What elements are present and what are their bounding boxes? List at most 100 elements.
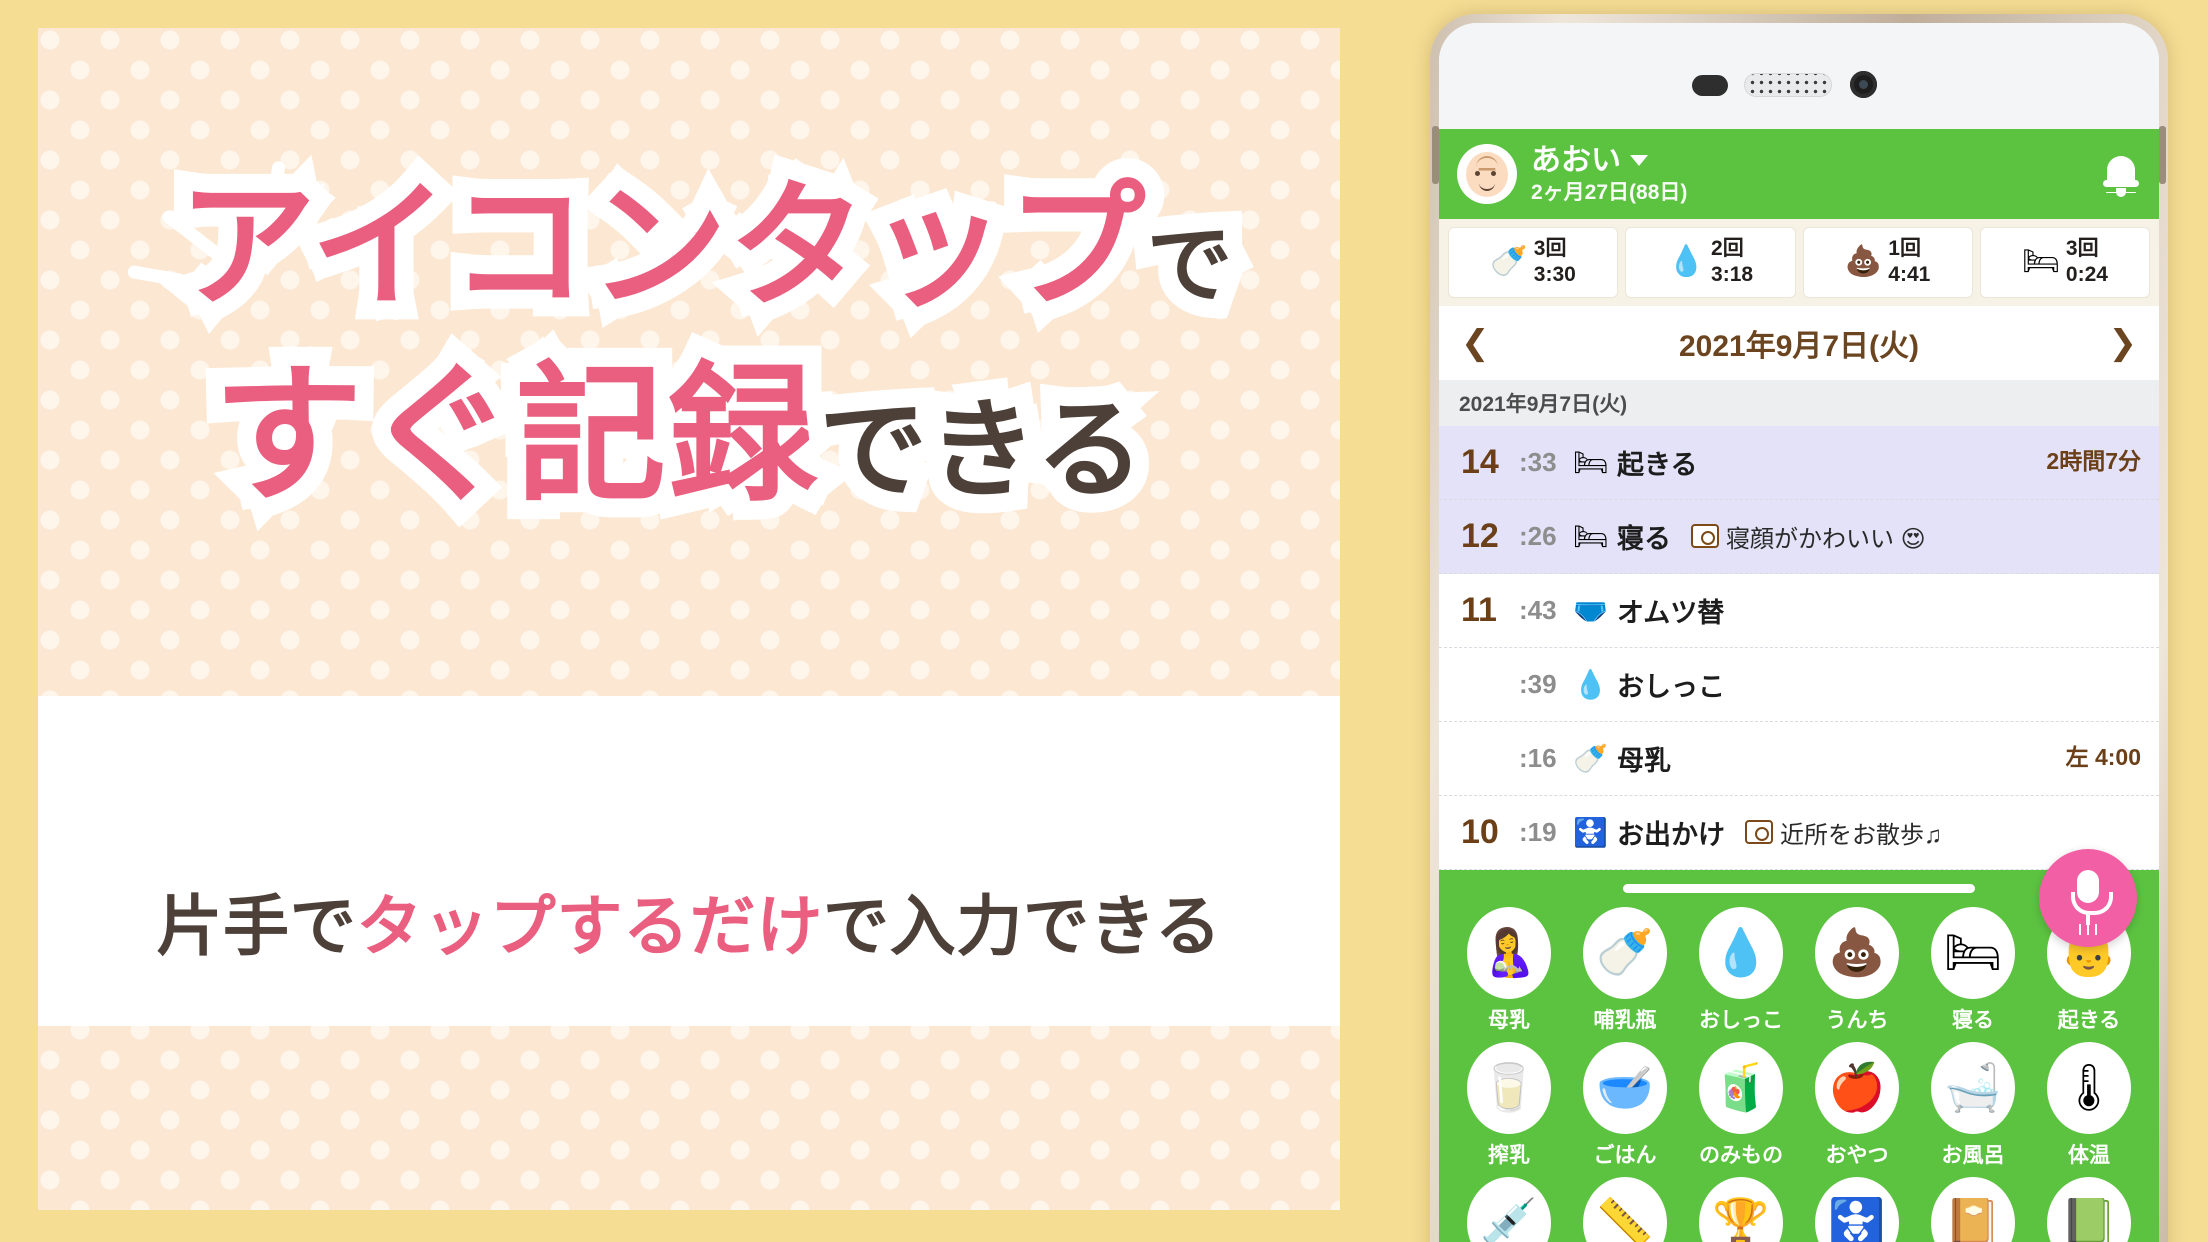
row-hour: 10 bbox=[1461, 812, 1499, 851]
day-section-label: 2021年9月7日(火) bbox=[1439, 379, 2159, 426]
medicine-icon: 💉 bbox=[1467, 1176, 1551, 1242]
sheet-drag-handle[interactable] bbox=[1623, 883, 1975, 893]
phone-top-bezel bbox=[1439, 23, 2159, 129]
grid-item-bath[interactable]: 🛁 お風呂 bbox=[1915, 1041, 2031, 1173]
row-minute: :26 bbox=[1519, 520, 1557, 551]
grid-item-notebook[interactable]: 📔 bbox=[1915, 1176, 2031, 1242]
scale-icon: 📏 bbox=[1583, 1176, 1667, 1242]
thermometer-icon: 🌡 bbox=[2047, 1041, 2131, 1134]
breast-pump-icon: 🥛 bbox=[1467, 1041, 1551, 1134]
grid-item-poop[interactable]: 💩 うんち bbox=[1799, 906, 1915, 1038]
voice-input-fab[interactable] bbox=[2039, 849, 2137, 947]
headline-line1-dark: で bbox=[1128, 204, 1252, 328]
stroller-icon: 🚼 bbox=[1815, 1176, 1899, 1242]
promo-subtitle: 片手でタップするだけで入力できる bbox=[38, 873, 1340, 969]
sippy-cup-icon: 🧃 bbox=[1699, 1041, 1783, 1134]
stat-count: 1回 bbox=[1888, 237, 1921, 260]
stat-count: 3回 bbox=[1533, 237, 1567, 260]
grid-item-diary[interactable]: 📗 bbox=[2031, 1176, 2147, 1242]
grid-item-medicine[interactable]: 💉 bbox=[1451, 1176, 1567, 1242]
table-row[interactable]: :39 💧 おしっこ bbox=[1439, 648, 2159, 722]
grid-item-bottle[interactable]: 🍼 哺乳瓶 bbox=[1567, 906, 1683, 1038]
icon-grid: 🤱 母乳 🍼 哺乳瓶 💧 おしっこ 💩 うんち 🛏 寝る 👶 起きる 🥛 搾乳 … bbox=[1439, 906, 2159, 1242]
grid-item-label: 体温 bbox=[2068, 1143, 2110, 1167]
microphone-icon bbox=[2071, 870, 2113, 926]
table-row[interactable]: :16 🍼 母乳 左 4:00 bbox=[1439, 722, 2159, 796]
phone-body: あおい 2ヶ月27日(88日) 🍼 3回 3:30 💧 2回 3:18 💩 1回… bbox=[1439, 23, 2159, 1242]
grid-item-pee[interactable]: 💧 おしっこ bbox=[1683, 906, 1799, 1038]
chevron-right-icon[interactable]: ❯ bbox=[2097, 323, 2138, 363]
grid-item-drink[interactable]: 🧃 のみもの bbox=[1683, 1041, 1799, 1173]
table-row[interactable]: 10 :19 🚼 お出かけ 近所をお散歩♫ bbox=[1439, 796, 2159, 870]
stats-bar: 🍼 3回 3:30 💧 2回 3:18 💩 1回 4:41 🛏 3回 0:24 bbox=[1439, 219, 2159, 306]
current-date[interactable]: 2021年9月7日(火) bbox=[1501, 321, 2097, 365]
grid-item-breast[interactable]: 🤱 母乳 bbox=[1451, 906, 1567, 1038]
baby-age: 2ヶ月27日(88日) bbox=[1531, 180, 1688, 204]
row-minute: :39 bbox=[1519, 668, 1557, 699]
chevron-left-icon[interactable]: ❮ bbox=[1461, 323, 1501, 363]
stat-chip-sleep[interactable]: 🛏 3回 0:24 bbox=[1979, 227, 2150, 298]
row-label: 寝る bbox=[1617, 523, 1671, 554]
baby-selector[interactable]: あおい 2ヶ月27日(88日) bbox=[1531, 144, 2101, 204]
grid-item-sleep[interactable]: 🛏 寝る bbox=[1915, 906, 2031, 1038]
row-hour: 12 bbox=[1461, 516, 1499, 555]
table-row[interactable]: 14 :33 🛏 起きる 2時間7分 bbox=[1439, 425, 2159, 500]
poop-icon: 💩 bbox=[1844, 245, 1883, 279]
front-camera-icon bbox=[1850, 71, 1877, 98]
row-label: おしっこ bbox=[1617, 671, 1725, 702]
phone-side-button-right bbox=[2159, 126, 2166, 184]
row-label: 母乳 bbox=[1617, 745, 1671, 776]
phone-side-button-left bbox=[1432, 126, 1439, 184]
row-minute: :19 bbox=[1519, 816, 1557, 847]
app-screen: あおい 2ヶ月27日(88日) 🍼 3回 3:30 💧 2回 3:18 💩 1回… bbox=[1439, 129, 2159, 1242]
breast-icon: 🍼 bbox=[1573, 742, 1608, 774]
trophy-icon: 🏆 bbox=[1699, 1176, 1783, 1242]
row-minute: :43 bbox=[1519, 594, 1557, 625]
poop-icon: 💩 bbox=[1815, 906, 1899, 999]
row-label: お出かけ bbox=[1617, 819, 1725, 850]
pee-drops-icon: 💧 bbox=[1699, 906, 1783, 999]
log-list: 14 :33 🛏 起きる 2時間7分 12 :26 🛏 寝る 寝顔がかわいい 😍 bbox=[1439, 425, 2159, 870]
earpiece-speaker-icon bbox=[1744, 73, 1832, 97]
grid-item-temperature[interactable]: 🌡 体温 bbox=[2031, 1041, 2147, 1173]
row-label: オムツ替 bbox=[1617, 597, 1725, 628]
apple-snack-icon: 🍎 bbox=[1815, 1041, 1899, 1134]
bell-icon[interactable] bbox=[2101, 152, 2141, 197]
grid-item-label: 寝る bbox=[1952, 1008, 1994, 1032]
breast-bottle-icon: 🍼 bbox=[1490, 245, 1528, 279]
stat-chip-poop[interactable]: 💩 1回 4:41 bbox=[1802, 227, 1973, 298]
grid-item-label: お風呂 bbox=[1941, 1143, 2005, 1167]
stat-count: 2回 bbox=[1711, 237, 1744, 260]
grid-item-meal[interactable]: 🥣 ごはん bbox=[1567, 1041, 1683, 1173]
date-navigation: ❮ 2021年9月7日(火) ❯ bbox=[1439, 305, 2159, 380]
grid-item-pump[interactable]: 🥛 搾乳 bbox=[1451, 1041, 1567, 1173]
camera-icon bbox=[1691, 524, 1719, 548]
baby-name: あおい bbox=[1531, 143, 1621, 177]
promo-headline: アイコンタップで すぐ記録できる bbox=[38, 159, 1340, 529]
avatar[interactable] bbox=[1457, 144, 1517, 204]
grid-item-outing[interactable]: 🚼 bbox=[1799, 1176, 1915, 1242]
row-note: 寝顔がかわいい 😍 bbox=[1691, 519, 1926, 554]
row-note: 近所をお散歩♫ bbox=[1745, 815, 1942, 850]
white-band bbox=[38, 696, 1340, 1026]
promo-panel: アイコンタップで すぐ記録できる 片手でタップするだけで入力できる bbox=[38, 28, 1340, 1210]
stat-time: 3:30 bbox=[1533, 263, 1576, 287]
stat-time: 3:18 bbox=[1711, 263, 1754, 287]
subtitle-part1: 片手で bbox=[156, 889, 357, 963]
sleep-crib-icon: 🛏 bbox=[1573, 520, 1609, 552]
chevron-down-icon[interactable] bbox=[1630, 155, 1648, 167]
phone-mockup: あおい 2ヶ月27日(88日) 🍼 3回 3:30 💧 2回 3:18 💩 1回… bbox=[1430, 14, 2168, 1242]
notebook-icon: 📔 bbox=[1931, 1176, 2015, 1242]
bathtub-icon: 🛁 bbox=[1931, 1041, 2015, 1134]
grid-item-label: ごはん bbox=[1593, 1143, 1657, 1167]
headline-line2-pink: すぐ記録 bbox=[194, 341, 837, 529]
pee-drops-icon: 💧 bbox=[1667, 245, 1706, 279]
grid-item-measure[interactable]: 📏 bbox=[1567, 1176, 1683, 1242]
grid-item-label: のみもの bbox=[1699, 1143, 1783, 1167]
grid-item-snack[interactable]: 🍎 おやつ bbox=[1799, 1041, 1915, 1173]
stat-chip-pee[interactable]: 💧 2回 3:18 bbox=[1625, 227, 1796, 298]
table-row[interactable]: 11 :43 🩲 オムツ替 bbox=[1439, 574, 2159, 648]
stat-chip-breast[interactable]: 🍼 3回 3:30 bbox=[1448, 227, 1619, 298]
table-row[interactable]: 12 :26 🛏 寝る 寝顔がかわいい 😍 bbox=[1439, 499, 2159, 574]
grid-item-trophy[interactable]: 🏆 bbox=[1683, 1176, 1799, 1242]
